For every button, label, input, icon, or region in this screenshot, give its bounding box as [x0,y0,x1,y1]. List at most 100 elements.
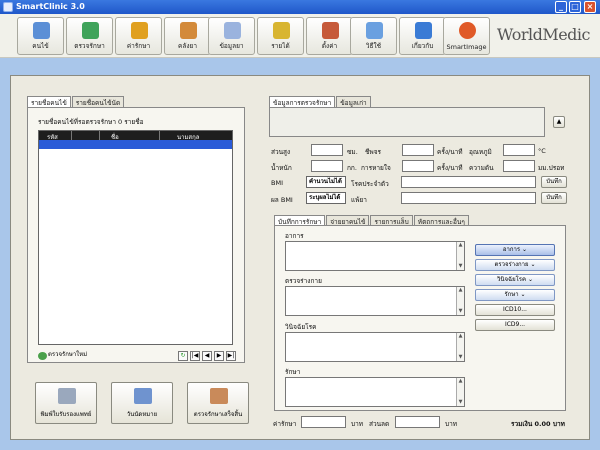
physical-exam-picker-label: ตรวจร่างกาย [494,261,529,268]
billing-icon [131,22,148,39]
toolbar-label: ตรวจรักษา [74,42,105,50]
minimize-button[interactable]: _ [555,1,567,13]
physical-exam-textarea[interactable]: ▲ ▼ [285,286,465,316]
icd9-button[interactable]: ICD9... [475,319,555,331]
new-exam-icon [38,352,47,360]
discount-label: ส่วนลด [369,420,390,428]
refresh-icon[interactable]: ↻ [178,351,188,361]
height-label: ส่วนสูง [271,148,291,156]
scrollbar[interactable]: ▲ ▼ [456,378,464,406]
last-page-icon[interactable]: ▶| [226,351,236,361]
income-icon [273,22,290,39]
allergy-input[interactable] [401,192,536,204]
toolbar-label: คลังยา [178,42,197,50]
disease-input[interactable] [401,176,536,188]
breath-input[interactable] [402,160,434,172]
toolbar-label: SmartImage [446,43,487,51]
finish-exam-label: ตรวจรักษาเสร็จสิ้น [193,411,243,418]
toolbar-patient-button[interactable]: คนไข้ [17,17,64,55]
bmi-label: BMI [271,179,283,187]
prev-page-icon[interactable]: ◀ [202,351,212,361]
appointment-button[interactable]: วันนัดหมาย [111,382,173,424]
scrollbar[interactable]: ▲ ▼ [456,333,464,361]
toolbar-label: ข้อมูลยา [219,42,244,50]
toolbar-billing-button[interactable]: ค่ารักษา [115,17,162,55]
scrollbar[interactable]: ▲ ▼ [456,242,464,270]
about-icon [415,22,432,39]
finish-exam-button[interactable]: ตรวจรักษาเสร็จสิ้น [187,382,249,424]
toolbar: คนไข้ ตรวจรักษา ค่ารักษา คลังยา ข้อมูลยา… [0,14,600,58]
per-min-label: ครั้ง/นาที [437,164,463,172]
treatment-label: รักษา [285,368,301,376]
doctor-icon [210,388,228,404]
temp-input[interactable] [503,144,535,156]
treatment-textarea[interactable]: ▲ ▼ [285,377,465,407]
toolbar-income-button[interactable]: รายได้ [257,17,304,55]
symptom-textarea[interactable]: ▲ ▼ [285,241,465,271]
height-input[interactable] [311,144,343,156]
toolbar-smartimage-button[interactable]: SmartImage [443,17,490,55]
calendar-icon [134,388,152,404]
new-exam-label: ตรวจรักษาใหม่ [48,351,88,358]
toolbar-label: รายได้ [271,42,290,50]
first-page-icon[interactable]: |◀ [190,351,200,361]
symptom-picker-button[interactable]: อาการ ⌄ [475,244,555,256]
print-certificate-button[interactable]: พิมพ์ใบรับรองแพทย์ [35,382,97,424]
brand-logo: WorldMedic [496,25,591,44]
fee-input[interactable] [301,416,346,428]
window-title: SmartClinic 3.0 [16,2,85,11]
symptom-label: อาการ [285,232,304,240]
title-bar: SmartClinic 3.0 _ □ × [0,0,600,14]
allergy-label: แพ้ยา [351,196,367,204]
patient-banner [269,107,545,137]
pressure-input[interactable] [503,160,535,172]
toolbar-settings-button[interactable]: ตั้งค่า [306,17,353,55]
scrollbar[interactable]: ▲ ▼ [456,287,464,315]
close-button[interactable]: × [584,1,596,13]
symptom-picker-label: อาการ [502,246,521,253]
physical-exam-picker-button[interactable]: ตรวจร่างกาย ⌄ [475,259,555,271]
toolbar-help-button[interactable]: วิธีใช้ [350,17,397,55]
treatment-picker-label: รักษา [504,291,519,298]
selected-row[interactable] [39,140,232,149]
settings-icon [322,22,339,39]
diagnosis-picker-label: วินิจฉัยโรค [497,276,527,283]
diagnosis-textarea[interactable]: ▲ ▼ [285,332,465,362]
celsius-label: °C [538,147,546,155]
toolbar-drug-info-button[interactable]: ข้อมูลยา [208,17,255,55]
fee-label: ค่ารักษา [273,420,297,428]
pressure-label: ความดัน [469,164,494,172]
temp-label: อุณหภูมิ [469,148,492,156]
patient-grid[interactable]: รหัส ชื่อ นามสกุล [38,130,233,345]
save-allergy-button[interactable]: บันทึก [541,192,567,204]
cm-label: ซม. [347,148,358,156]
toolbar-about-button[interactable]: เกี่ยวกับ [399,17,446,55]
toolbar-examine-button[interactable]: ตรวจรักษา [66,17,113,55]
diagnosis-label: วินิจฉัยโรค [285,323,317,331]
weight-input[interactable] [311,160,343,172]
toolbar-pharmacy-button[interactable]: คลังยา [164,17,211,55]
next-page-icon[interactable]: ▶ [214,351,224,361]
discount-input[interactable] [395,416,440,428]
per-min-label: ครั้ง/นาที [437,148,463,156]
icd10-button[interactable]: ICD10... [475,304,555,316]
diagnosis-picker-button[interactable]: วินิจฉัยโรค ⌄ [475,274,555,286]
pulse-input[interactable] [402,144,434,156]
toolbar-label: เกี่ยวกับ [411,42,434,50]
baht-label: บาท [445,420,458,428]
toolbar-label: วิธีใช้ [365,42,382,50]
examine-icon [82,22,99,39]
baht-label: บาท [351,420,364,428]
app-icon [3,2,13,12]
bmi-result-label: ผล BMI [271,196,293,204]
collapse-icon[interactable]: ▲ [553,116,565,128]
kg-label: กก. [347,164,357,172]
main-panel: รายชื่อคนไข้ รายชื่อคนไข้นัด รายชื่อคนไข… [10,75,590,440]
treatment-picker-button[interactable]: รักษา ⌄ [475,289,555,301]
save-disease-button[interactable]: บันทึก [541,176,567,188]
bmi-result-value: ระบุผลไม่ได้ [306,192,346,204]
grid-header: รหัส ชื่อ นามสกุล [39,131,232,141]
maximize-button[interactable]: □ [569,1,581,13]
list-title: รายชื่อคนไข้ที่รอตรวจรักษา 0 รายชื่อ [38,118,144,126]
physical-exam-label: ตรวจร่างกาย [285,277,322,285]
